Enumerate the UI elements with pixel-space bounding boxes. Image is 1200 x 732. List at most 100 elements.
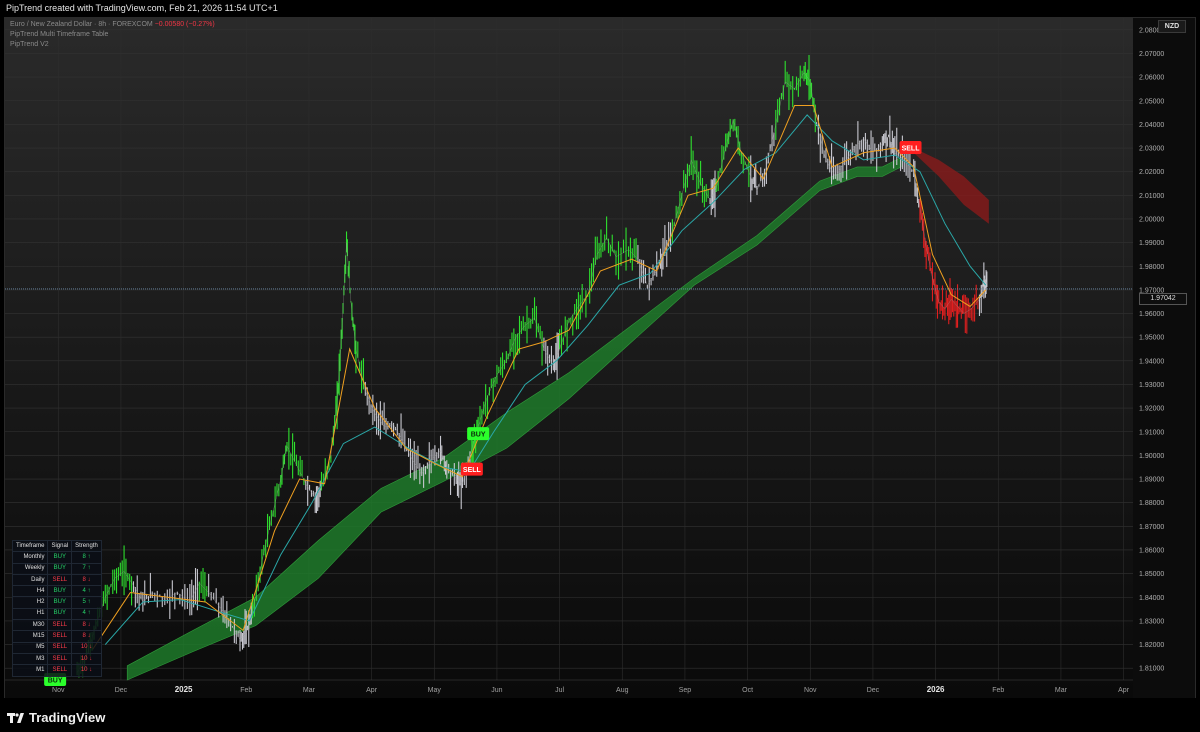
- y-tick-label: 1.87000: [1139, 524, 1164, 531]
- indicator-mtf-table[interactable]: PipTrend Multi Timeframe Table: [10, 30, 215, 40]
- mtf-signal: SELL: [47, 641, 73, 654]
- mtf-strength: 4 ↑: [71, 585, 102, 598]
- current-price-label: 1.97042: [1139, 293, 1187, 305]
- mtf-signal: BUY: [47, 562, 73, 575]
- mtf-row: M30 SELL 8 ↓: [11, 619, 102, 632]
- mtf-header: Strength: [71, 539, 102, 553]
- mtf-signal: BUY: [47, 596, 73, 609]
- x-tick-label: Mar: [1055, 687, 1068, 694]
- mtf-row: Monthly BUY 8 ↑: [11, 551, 102, 564]
- tradingview-logo-icon: [7, 712, 24, 723]
- y-tick-label: 2.05000: [1139, 98, 1164, 105]
- mtf-row: H2 BUY 5 ↑: [11, 596, 102, 609]
- price-change: −0.00580 (−0.27%): [154, 21, 215, 28]
- y-tick-label: 1.94000: [1139, 358, 1164, 365]
- mtf-row: H4 BUY 4 ↑: [11, 585, 102, 598]
- y-tick-label: 1.91000: [1139, 429, 1164, 436]
- mtf-row: M15 SELL 8 ↓: [11, 630, 102, 643]
- y-tick-label: 2.04000: [1139, 122, 1164, 129]
- mtf-strength: 7 ↑: [71, 562, 102, 575]
- mtf-timeframe: M3: [11, 652, 49, 666]
- symbol-row[interactable]: Euro / New Zealand Dollar · 8h · FOREXCO…: [10, 20, 215, 30]
- mtf-timeframe: H4: [11, 585, 49, 598]
- mtf-timeframe: M1: [11, 664, 49, 677]
- x-tick-label: Feb: [992, 687, 1004, 694]
- top-bar: PipTrend created with TradingView.com, F…: [0, 0, 1200, 17]
- mtf-strength: 5 ↑: [71, 596, 102, 609]
- mtf-timeframe: Monthly: [11, 551, 49, 564]
- tradingview-logo[interactable]: TradingView: [7, 710, 105, 725]
- mtf-timeframe: H1: [11, 607, 49, 621]
- mtf-header-row: Timeframe Signal Strength: [11, 539, 102, 553]
- mtf-row: Weekly BUY 7 ↑: [11, 562, 102, 575]
- y-tick-label: 2.00000: [1139, 216, 1164, 223]
- y-tick-label: 2.01000: [1139, 193, 1164, 200]
- mtf-header: Signal: [47, 539, 73, 553]
- mtf-row: M1 SELL 10 ↓: [11, 664, 102, 677]
- mtf-timeframe: M30: [11, 619, 49, 632]
- mtf-timeframe: Daily: [11, 573, 49, 587]
- mtf-row: H1 BUY 4 ↑: [11, 607, 102, 621]
- mtf-strength: 8 ↑: [71, 551, 102, 564]
- mtf-row: M5 SELL 10 ↓: [11, 641, 102, 654]
- chart-legend: Euro / New Zealand Dollar · 8h · FOREXCO…: [10, 20, 215, 50]
- y-tick-label: 2.06000: [1139, 75, 1164, 82]
- x-tick-label: Nov: [804, 687, 817, 694]
- y-tick-label: 1.88000: [1139, 500, 1164, 507]
- x-tick-label: 2025: [175, 685, 193, 694]
- mtf-signal: SELL: [47, 664, 73, 677]
- mtf-signal: SELL: [47, 619, 73, 632]
- x-tick-label: Nov: [52, 687, 65, 694]
- sell-signal-label: SELL: [463, 467, 482, 474]
- tradingview-brand: TradingView: [29, 710, 106, 725]
- mtf-signal: BUY: [47, 607, 73, 621]
- mtf-row: Daily SELL 8 ↓: [11, 573, 102, 587]
- y-tick-label: 1.90000: [1139, 453, 1164, 460]
- x-tick-label: 2026: [927, 685, 945, 694]
- mtf-signal: SELL: [47, 630, 73, 643]
- x-tick-label: Apr: [1118, 687, 1130, 694]
- y-tick-label: 1.89000: [1139, 477, 1164, 484]
- x-tick-label: Oct: [742, 687, 753, 694]
- mtf-strength: 10 ↓: [71, 641, 102, 654]
- y-tick-label: 1.82000: [1139, 642, 1164, 649]
- x-tick-label: Jul: [555, 687, 564, 694]
- y-tick-label: 1.96000: [1139, 311, 1164, 318]
- y-tick-label: 1.98000: [1139, 264, 1164, 271]
- x-tick-label: May: [428, 687, 442, 694]
- multi-timeframe-table: Timeframe Signal Strength Monthly BUY 8 ↑ W…: [11, 539, 102, 677]
- sell-signal-label: SELL: [902, 146, 921, 153]
- footer: [0, 698, 1200, 732]
- y-tick-label: 1.99000: [1139, 240, 1164, 247]
- mtf-signal: SELL: [47, 652, 73, 666]
- price-chart[interactable]: 2.080002.070002.060002.050002.040002.030…: [5, 18, 1195, 698]
- mtf-signal: BUY: [47, 585, 73, 598]
- buy-signal-label: BUY: [48, 678, 63, 685]
- mtf-strength: 8 ↓: [71, 619, 102, 632]
- x-tick-label: Jun: [491, 687, 502, 694]
- y-tick-label: 1.93000: [1139, 382, 1164, 389]
- mtf-row: M3 SELL 10 ↓: [11, 652, 102, 666]
- x-tick-label: Feb: [240, 687, 252, 694]
- y-tick-label: 2.07000: [1139, 51, 1164, 58]
- y-tick-label: 2.02000: [1139, 169, 1164, 176]
- x-tick-label: Dec: [115, 687, 128, 694]
- plot-background: [5, 18, 1133, 698]
- mtf-strength: 10 ↓: [71, 664, 102, 677]
- mtf-timeframe: M5: [11, 641, 49, 654]
- mtf-strength: 8 ↓: [71, 573, 102, 587]
- y-tick-label: 2.03000: [1139, 146, 1164, 153]
- mtf-strength: 10 ↓: [71, 652, 102, 666]
- buy-signal-label: BUY: [471, 432, 486, 439]
- currency-badge[interactable]: NZD: [1158, 20, 1186, 33]
- x-tick-label: Aug: [616, 687, 629, 694]
- mtf-timeframe: H2: [11, 596, 49, 609]
- x-tick-label: Apr: [366, 687, 378, 694]
- y-tick-label: 1.85000: [1139, 571, 1164, 578]
- mtf-timeframe: M15: [11, 630, 49, 643]
- header-title: PipTrend created with TradingView.com, F…: [6, 3, 278, 13]
- x-tick-label: Mar: [303, 687, 316, 694]
- y-tick-label: 1.92000: [1139, 406, 1164, 413]
- indicator-piptrend[interactable]: PipTrend V2: [10, 40, 215, 50]
- mtf-header: Timeframe: [11, 539, 49, 553]
